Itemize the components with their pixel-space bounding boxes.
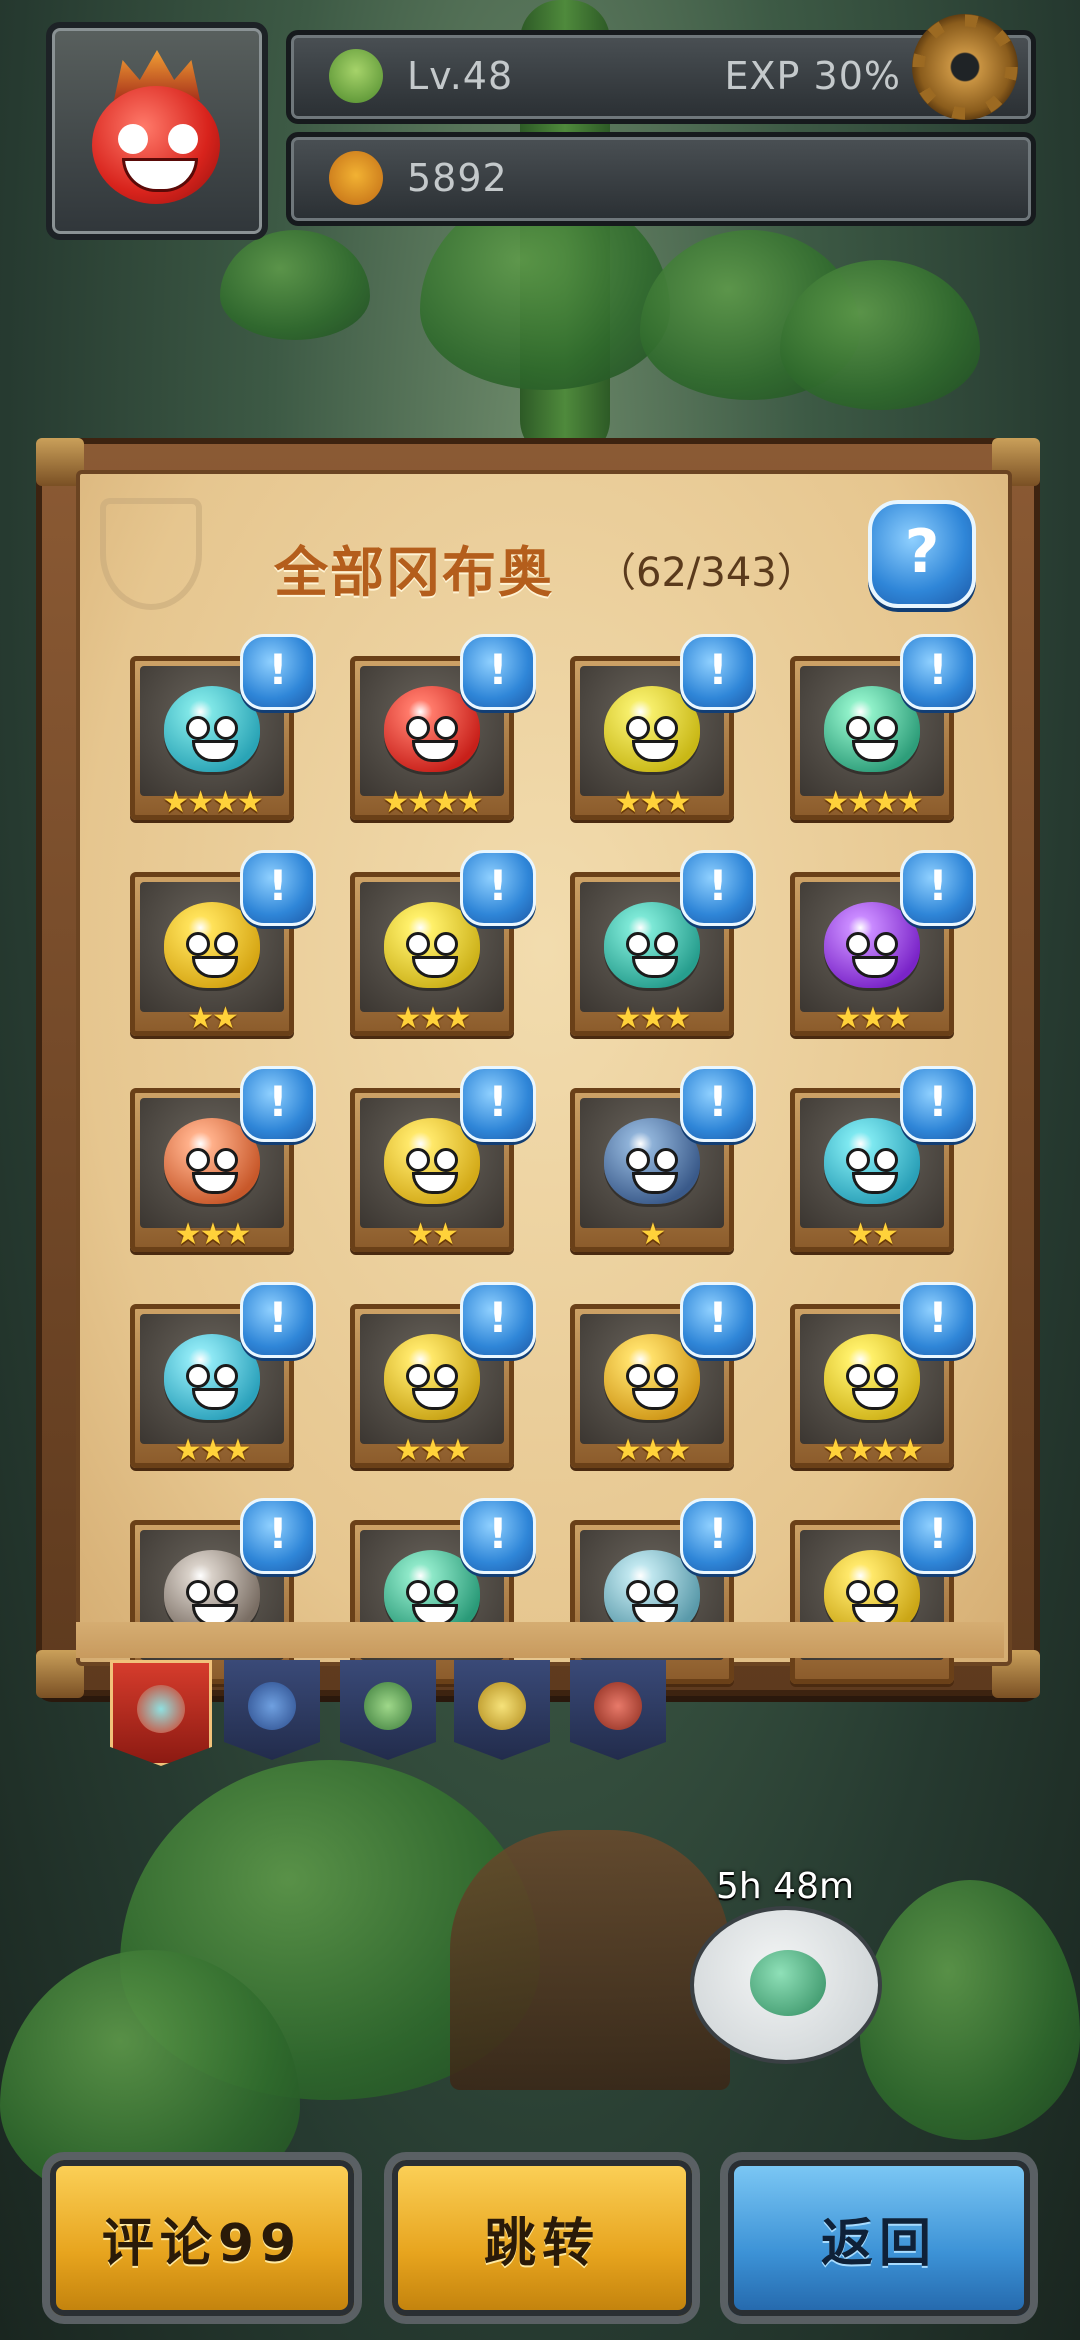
star-rating: ★★★★ bbox=[162, 785, 264, 820]
star-rating: ★★ bbox=[847, 1217, 899, 1252]
avatar-eye bbox=[168, 124, 198, 154]
level-text: Lv.48 bbox=[407, 54, 514, 98]
yellow-gumball-icon bbox=[478, 1682, 526, 1730]
treehouse bbox=[450, 1830, 730, 2090]
star-rating: ★★★★ bbox=[382, 785, 484, 820]
gumball-card[interactable]: ★★★! bbox=[570, 634, 756, 820]
tab-blue[interactable] bbox=[224, 1660, 320, 1760]
green-gumball-icon bbox=[364, 1682, 412, 1730]
expedition-bubble[interactable] bbox=[690, 1906, 882, 2064]
gumball-card[interactable]: ! bbox=[130, 1498, 316, 1684]
gumball-card[interactable]: ★★★★! bbox=[350, 634, 536, 820]
panel-bottom-edge bbox=[76, 1622, 1004, 1658]
info-button[interactable]: ! bbox=[900, 1066, 976, 1142]
star-rating: ★★★ bbox=[614, 1433, 692, 1468]
star-rating: ★★★ bbox=[394, 1001, 472, 1036]
info-button[interactable]: ! bbox=[460, 850, 536, 926]
info-button[interactable]: ! bbox=[460, 1282, 536, 1358]
star-rating: ★★★ bbox=[174, 1217, 252, 1252]
info-button[interactable]: ! bbox=[460, 1066, 536, 1142]
star-rating: ★★★ bbox=[614, 785, 692, 820]
gumball-card[interactable]: ! bbox=[570, 1498, 756, 1684]
info-button[interactable]: ! bbox=[680, 1282, 756, 1358]
info-button[interactable]: ! bbox=[900, 634, 976, 710]
gumball-card[interactable]: ★★★! bbox=[350, 1282, 536, 1468]
tab-red[interactable] bbox=[570, 1660, 666, 1760]
back-button-label: 返回 bbox=[820, 2213, 937, 2274]
gumball-card[interactable]: ! bbox=[790, 1498, 976, 1684]
explorer-gumball-icon bbox=[750, 1950, 826, 2016]
back-button[interactable]: 返回 bbox=[728, 2160, 1030, 2316]
tab-green[interactable] bbox=[340, 1660, 436, 1760]
info-button[interactable]: ! bbox=[240, 634, 316, 710]
tab-yellow[interactable] bbox=[454, 1660, 550, 1760]
help-button[interactable]: ? bbox=[868, 500, 976, 608]
exp-text: EXP 30% bbox=[724, 54, 901, 98]
star-rating: ★★★ bbox=[614, 1001, 692, 1036]
sprout-icon bbox=[329, 49, 383, 103]
gumball-card[interactable]: ★★! bbox=[790, 1066, 976, 1252]
blue-gumball-icon bbox=[248, 1682, 296, 1730]
gumball-card[interactable]: ★! bbox=[570, 1066, 756, 1252]
star-rating: ★★★★ bbox=[822, 785, 924, 820]
collection-count: （62/343） bbox=[596, 550, 817, 596]
gumball-card[interactable]: ★★★! bbox=[130, 1066, 316, 1252]
gumball-card[interactable]: ★★★★! bbox=[130, 634, 316, 820]
star-rating: ★★ bbox=[407, 1217, 459, 1252]
gumball-card[interactable]: ★★! bbox=[130, 850, 316, 1036]
info-button[interactable]: ! bbox=[460, 634, 536, 710]
group-icon bbox=[137, 1685, 185, 1733]
info-button[interactable]: ! bbox=[240, 850, 316, 926]
collection-panel bbox=[76, 470, 1012, 1666]
jump-button[interactable]: 跳转 bbox=[392, 2160, 692, 2316]
info-button[interactable]: ! bbox=[240, 1498, 316, 1574]
info-button[interactable]: ! bbox=[900, 1282, 976, 1358]
gumball-card[interactable]: ★★★! bbox=[790, 850, 976, 1036]
star-rating: ★★ bbox=[187, 1001, 239, 1036]
red-gumball-icon bbox=[594, 1682, 642, 1730]
gumball-card[interactable]: ★★★★! bbox=[790, 634, 976, 820]
gumball-card[interactable]: ★★★★! bbox=[790, 1282, 976, 1468]
currency-amount: 5892 bbox=[407, 156, 508, 200]
leaf bbox=[220, 230, 370, 340]
leaf bbox=[860, 1880, 1080, 2140]
info-button[interactable]: ! bbox=[460, 1498, 536, 1574]
star-rating: ★ bbox=[639, 1217, 667, 1252]
star-rating: ★★★★ bbox=[822, 1433, 924, 1468]
info-button[interactable]: ! bbox=[680, 850, 756, 926]
expedition-timer: 5h 48m bbox=[716, 1866, 855, 1907]
info-button[interactable]: ! bbox=[680, 634, 756, 710]
info-button[interactable]: ! bbox=[680, 1498, 756, 1574]
gumball-card[interactable]: ★★★! bbox=[130, 1282, 316, 1468]
gumball-card[interactable]: ★★! bbox=[350, 1066, 536, 1252]
settings-gear-icon[interactable] bbox=[912, 14, 1018, 120]
info-button[interactable]: ! bbox=[900, 850, 976, 926]
comment-button-label: 评论99 bbox=[101, 2213, 303, 2274]
star-rating: ★★★ bbox=[394, 1433, 472, 1468]
star-rating: ★★★ bbox=[174, 1433, 252, 1468]
gumball-card[interactable]: ★★★! bbox=[570, 1282, 756, 1468]
comment-button[interactable]: 评论99 bbox=[50, 2160, 354, 2316]
fruit-currency-icon bbox=[329, 151, 383, 205]
avatar-eye bbox=[118, 124, 148, 154]
gumball-card[interactable]: ★★★! bbox=[350, 850, 536, 1036]
player-avatar[interactable] bbox=[46, 22, 268, 240]
info-button[interactable]: ! bbox=[240, 1282, 316, 1358]
currency-bar: 5892 bbox=[286, 132, 1036, 226]
panel-title: 全部冈布奥 bbox=[274, 541, 554, 604]
gumball-card[interactable]: ! bbox=[350, 1498, 536, 1684]
star-rating: ★★★ bbox=[834, 1001, 912, 1036]
info-button[interactable]: ! bbox=[680, 1066, 756, 1142]
gumball-card[interactable]: ★★★! bbox=[570, 850, 756, 1036]
shield-emblem-icon bbox=[100, 498, 202, 610]
tab-all[interactable] bbox=[110, 1660, 212, 1766]
info-button[interactable]: ! bbox=[900, 1498, 976, 1574]
jump-button-label: 跳转 bbox=[483, 2213, 600, 2274]
info-button[interactable]: ! bbox=[240, 1066, 316, 1142]
